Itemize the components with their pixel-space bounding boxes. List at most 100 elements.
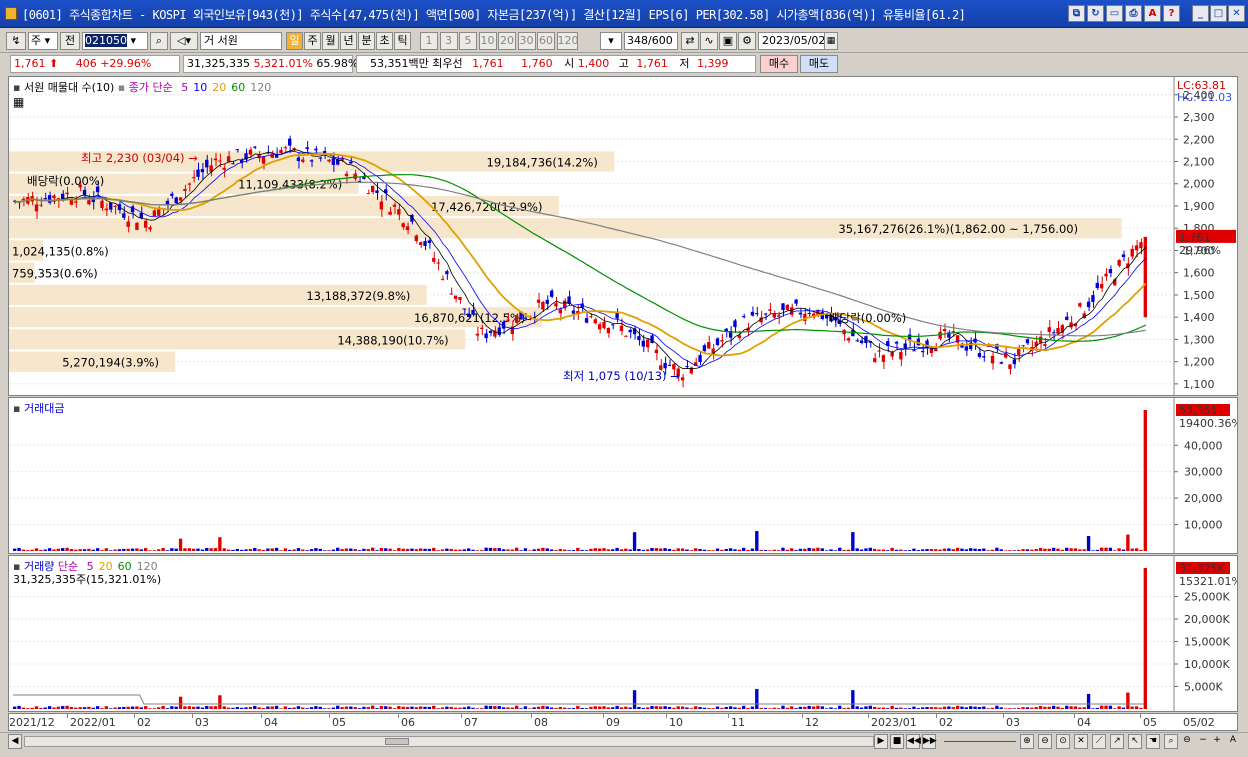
candle-body xyxy=(331,158,336,165)
candle-body xyxy=(977,353,982,357)
pointer-icon[interactable]: ↖ xyxy=(1128,734,1142,749)
arrow-tool-icon[interactable]: ↗ xyxy=(1110,734,1124,749)
refresh-icon[interactable]: ↻ xyxy=(1087,5,1104,22)
volume-bar xyxy=(283,548,288,551)
volume-bar xyxy=(349,706,353,709)
volume-bar xyxy=(1056,706,1060,709)
volume-bar xyxy=(1121,707,1126,709)
volume-bar xyxy=(624,548,628,551)
close-button[interactable]: ✕ xyxy=(1228,5,1245,22)
minus-icon[interactable]: − xyxy=(1196,734,1210,749)
save-icon[interactable]: ▣ xyxy=(719,32,737,50)
period-button-1[interactable]: 주 xyxy=(304,32,321,50)
auto-scale-icon[interactable]: A xyxy=(1226,734,1240,749)
period-button-0[interactable]: 일 xyxy=(286,32,303,50)
candle-body xyxy=(663,362,667,369)
interval-button-60[interactable]: 60 xyxy=(537,32,555,50)
volume-bar xyxy=(964,707,969,709)
scroll-track[interactable] xyxy=(24,736,874,747)
speaker-icon[interactable]: ◁▾ xyxy=(170,32,198,50)
volume-bar xyxy=(1095,707,1099,709)
amount-panel[interactable]: 40,000 30,000 20,000 10,000 53,351 19400.36% … xyxy=(8,397,1238,554)
x-axis-label: 02 xyxy=(137,716,151,729)
plus-icon[interactable]: + xyxy=(1210,734,1224,749)
volume-bar xyxy=(52,549,56,551)
maximize-button[interactable]: □ xyxy=(1210,5,1227,22)
volume-bar xyxy=(1065,547,1069,551)
period-button-5[interactable]: 초 xyxy=(376,32,393,50)
interval-button-120[interactable]: 120 xyxy=(556,32,579,50)
period-button-6[interactable]: 틱 xyxy=(394,32,411,50)
buy-button[interactable]: 매수 xyxy=(760,55,798,73)
fit-icon[interactable]: ⊙ xyxy=(1056,734,1070,749)
stock-name-field[interactable]: 거 서원 xyxy=(200,32,282,50)
trend-icon[interactable]: ∿ xyxy=(700,32,718,50)
window-icon[interactable]: ▭ xyxy=(1106,5,1123,22)
help-icon[interactable]: ? xyxy=(1163,5,1180,22)
interval-button-1[interactable]: 1 xyxy=(420,32,438,50)
step-forward-icon[interactable]: ▶▶ xyxy=(922,734,937,749)
period-button-3[interactable]: 년 xyxy=(340,32,357,50)
interval-button-10[interactable]: 10 xyxy=(478,32,497,50)
font-icon[interactable]: A xyxy=(1144,5,1161,22)
grid-icon[interactable]: ▦ xyxy=(13,95,24,109)
zoom-in-icon[interactable]: ⊕ xyxy=(1020,734,1034,749)
period-button-2[interactable]: 월 xyxy=(322,32,339,50)
scrollbar[interactable]: ◀ ▶ ■ ◀◀ ▶▶ ⊕ ⊖ ⊙ ✕ ⟋ ↗ ↖ ☚ ⌕ ⊖ − + A xyxy=(0,732,1248,750)
step-back-icon[interactable]: ◀◀ xyxy=(906,734,921,749)
volume-chart[interactable]: 25,000K 20,000K 15,000K 10,000K 5,000K 31,325… xyxy=(9,556,1237,711)
zoom-out-icon[interactable]: ⊖ xyxy=(1038,734,1052,749)
chart-line-icon[interactable]: ⇄ xyxy=(681,32,699,50)
link-icon[interactable]: ⧉ xyxy=(1068,5,1085,22)
volume-bar xyxy=(672,707,676,709)
scroll-slider-icon[interactable]: ⊖ xyxy=(1180,734,1194,749)
calendar-icon[interactable]: ▦ xyxy=(824,32,838,50)
volume-panel[interactable]: 25,000K 20,000K 15,000K 10,000K 5,000K 31,325… xyxy=(8,555,1238,712)
pin-icon[interactable]: ↯ xyxy=(6,32,26,50)
volume-bar xyxy=(615,705,619,709)
volume-bar xyxy=(1130,706,1134,709)
volume-bar xyxy=(728,706,733,709)
volume-bar xyxy=(868,705,872,709)
candle-body xyxy=(776,315,781,317)
code-input[interactable]: 021050 ▾ xyxy=(82,32,148,50)
hand-icon[interactable]: ☚ xyxy=(1146,734,1160,749)
cross-icon[interactable]: ✕ xyxy=(1074,734,1088,749)
print-icon[interactable]: ⎙ xyxy=(1125,5,1142,22)
bar-count-field[interactable]: 348/600 xyxy=(624,32,678,50)
volume-bar xyxy=(1126,534,1130,551)
interval-button-3[interactable]: 3 xyxy=(439,32,458,50)
interval-button-20[interactable]: 20 xyxy=(498,32,516,50)
prev-button[interactable]: 전 xyxy=(60,32,80,50)
quote-bar: 1,761 ⬆ 406 +29.96% 31,325,335 5,321.01%… xyxy=(0,54,1248,74)
line-tool-icon[interactable]: ⟋ xyxy=(1092,734,1106,749)
volume-bar xyxy=(309,707,314,709)
volume-bar xyxy=(113,707,117,709)
volume-bar xyxy=(148,708,152,709)
gear-icon[interactable]: ⚙ xyxy=(738,32,756,50)
volume-bar xyxy=(685,549,689,551)
interval-button-5[interactable]: 5 xyxy=(459,32,477,50)
stop-icon[interactable]: ■ xyxy=(890,734,904,749)
scroll-thumb[interactable] xyxy=(385,738,409,745)
ma-period-120: 120 xyxy=(250,81,272,94)
volume-bar xyxy=(602,706,606,709)
period-button-4[interactable]: 분 xyxy=(358,32,375,50)
magnifier-icon[interactable]: ⌕ xyxy=(1164,734,1178,749)
speed-slider[interactable] xyxy=(944,741,1016,742)
interval-dropdown[interactable]: ▾ xyxy=(600,32,622,50)
minimize-button[interactable]: _ xyxy=(1192,5,1209,22)
period-type-select[interactable]: 주 ▾ xyxy=(28,32,58,50)
candle-body xyxy=(781,303,785,311)
candle-body xyxy=(964,346,969,351)
sell-button[interactable]: 매도 xyxy=(800,55,838,73)
price-panel[interactable]: 2,400 2,300 2,200 2,100 2,000 1,900 1,800 1,700… xyxy=(8,76,1238,396)
amount-chart[interactable]: 40,000 30,000 20,000 10,000 53,35119400.36% xyxy=(9,398,1237,553)
scroll-left-icon[interactable]: ◀ xyxy=(8,734,22,749)
interval-button-30[interactable]: 30 xyxy=(517,32,536,50)
play-icon[interactable]: ▶ xyxy=(874,734,888,749)
candle-body xyxy=(427,240,432,244)
search-icon[interactable]: ⌕ xyxy=(150,32,168,50)
price-chart[interactable]: 2,4002,3002,2002,1002,0001,9001,8001,700… xyxy=(9,77,1237,395)
candle-body xyxy=(253,146,257,148)
